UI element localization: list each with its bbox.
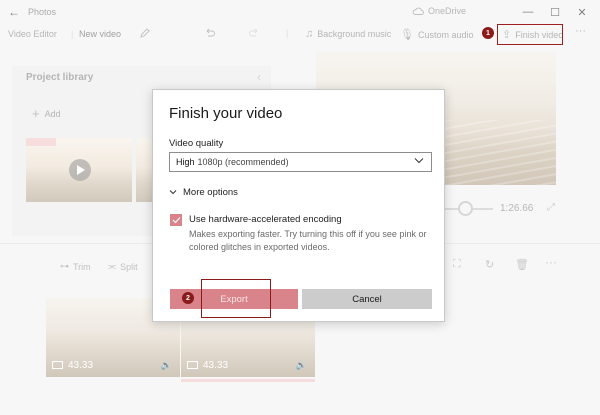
more-options-toggle[interactable]: More options <box>169 187 238 198</box>
cancel-button[interactable]: Cancel <box>302 289 432 309</box>
annotation-highlight-export <box>201 279 271 318</box>
annotation-step-marker: 2 <box>182 292 194 304</box>
checkmark-icon <box>172 217 180 224</box>
hardware-encoding-description: Makes exporting faster. Try turning this… <box>189 229 427 252</box>
chevron-down-icon <box>169 188 177 197</box>
dialog-title: Finish your video <box>169 105 283 122</box>
quality-value: High <box>176 157 195 167</box>
finish-video-dialog: Finish your video Video quality High 108… <box>152 89 445 322</box>
video-quality-label: Video quality <box>169 138 224 149</box>
quality-resolution: 1080p (recommended) <box>197 157 289 167</box>
more-options-label: More options <box>183 187 238 198</box>
hardware-encoding-label: Use hardware-accelerated encoding <box>189 214 342 225</box>
chevron-down-icon <box>414 156 424 166</box>
annotation-highlight-finish-video <box>497 24 563 45</box>
annotation-step-marker: 1 <box>482 27 494 39</box>
hardware-encoding-checkbox[interactable] <box>170 214 182 226</box>
video-quality-select[interactable]: High 1080p (recommended) <box>169 152 432 172</box>
